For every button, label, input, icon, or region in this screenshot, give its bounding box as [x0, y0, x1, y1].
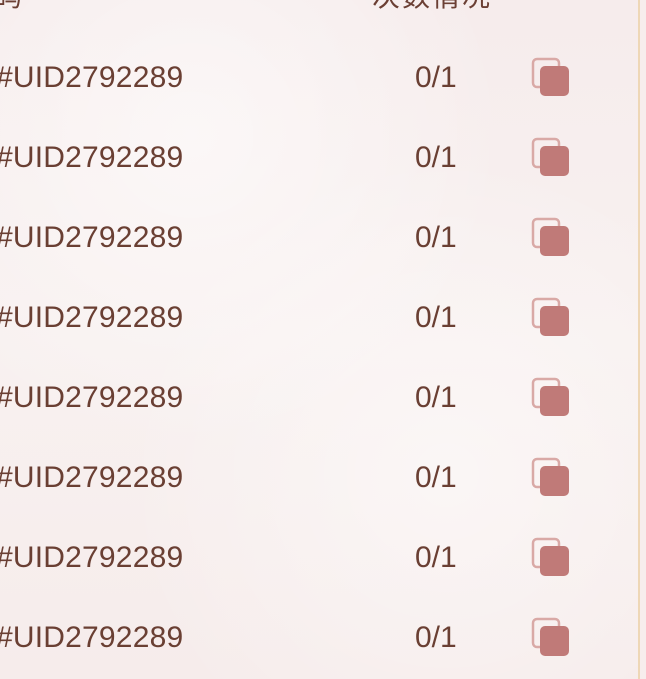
copy-icon — [531, 217, 569, 256]
uid-text: #UID2792289 — [0, 541, 184, 574]
copy-button[interactable] — [530, 56, 572, 98]
copy-button[interactable] — [530, 616, 572, 658]
copy-button[interactable] — [530, 296, 572, 338]
uid-text: #UID2792289 — [0, 301, 184, 334]
copy-icon — [531, 377, 569, 416]
usage-count: 0/1 — [415, 541, 457, 574]
header-usage-label: 次数情况 — [372, 0, 492, 14]
uid-text: #UID2792289 — [0, 61, 184, 94]
copy-button[interactable] — [530, 376, 572, 418]
copy-button[interactable] — [530, 136, 572, 178]
usage-count: 0/1 — [415, 61, 457, 94]
copy-button[interactable] — [530, 536, 572, 578]
uid-text: #UID2792289 — [0, 141, 184, 174]
uid-text: #UID2792289 — [0, 381, 184, 414]
usage-count: 0/1 — [415, 461, 457, 494]
uid-text: #UID2792289 — [0, 461, 184, 494]
copy-button[interactable] — [530, 456, 572, 498]
table-row: #UID2792289 0/1 — [0, 598, 638, 678]
code-list: #UID2792289 0/1 #UID2792289 0/1 #UID2792… — [0, 38, 638, 678]
copy-icon — [531, 457, 569, 496]
copy-icon — [531, 537, 569, 576]
copy-icon — [531, 57, 569, 96]
copy-icon — [531, 297, 569, 336]
table-row: #UID2792289 0/1 — [0, 278, 638, 358]
uid-text: #UID2792289 — [0, 621, 184, 654]
copy-icon — [531, 617, 569, 656]
table-row: #UID2792289 0/1 — [0, 198, 638, 278]
uid-text: #UID2792289 — [0, 221, 184, 254]
table-row: #UID2792289 0/1 — [0, 38, 638, 118]
usage-count: 0/1 — [415, 621, 457, 654]
table-row: #UID2792289 0/1 — [0, 118, 638, 198]
usage-count: 0/1 — [415, 141, 457, 174]
usage-count: 0/1 — [415, 381, 457, 414]
copy-button[interactable] — [530, 216, 572, 258]
table-row: #UID2792289 0/1 — [0, 358, 638, 438]
invite-code-panel: 码 次数情况 #UID2792289 0/1 #UID2792289 0/1 — [0, 0, 640, 679]
usage-count: 0/1 — [415, 221, 457, 254]
copy-icon — [531, 137, 569, 176]
usage-count: 0/1 — [415, 301, 457, 334]
table-row: #UID2792289 0/1 — [0, 518, 638, 598]
table-header: 码 次数情况 — [0, 0, 638, 14]
header-code-label: 码 — [0, 0, 22, 14]
table-row: #UID2792289 0/1 — [0, 438, 638, 518]
